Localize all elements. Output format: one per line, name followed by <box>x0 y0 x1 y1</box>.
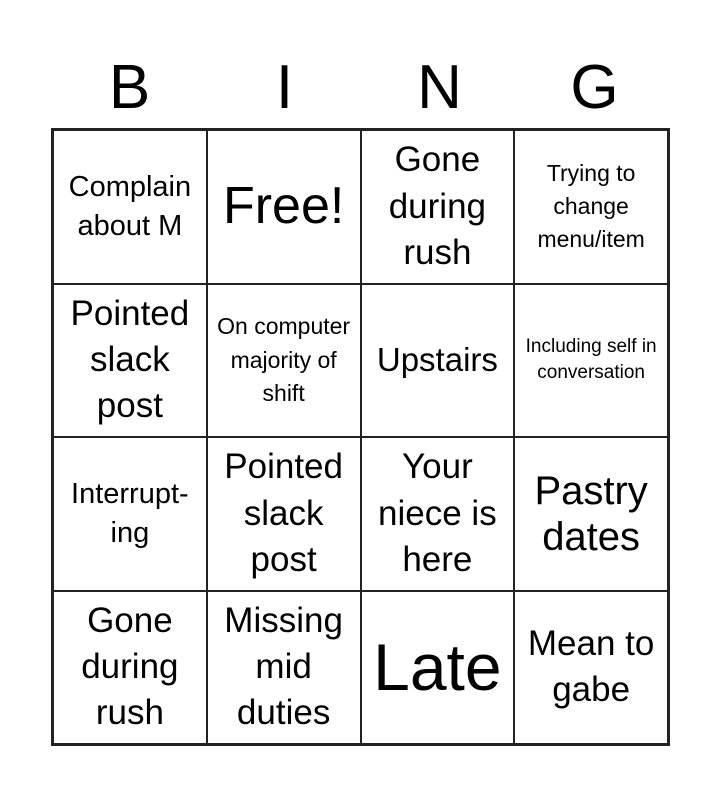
bingo-cell[interactable]: Complain about M <box>53 130 207 284</box>
bingo-cell[interactable]: Your niece is here <box>360 437 515 591</box>
header-letter-n: N <box>417 53 462 122</box>
bingo-cell[interactable]: Interrupt-ing <box>53 437 207 591</box>
bingo-cell[interactable]: On computer majority of shift <box>206 283 361 437</box>
header-letter-g: G <box>570 53 619 122</box>
bingo-board: Complain about M Free! Gone during rush … <box>51 128 670 746</box>
bingo-cell[interactable]: Pointed slack post <box>53 283 207 437</box>
bingo-header: B I N G <box>52 48 672 128</box>
bingo-cell[interactable]: Pointed slack post <box>206 437 361 591</box>
bingo-cell[interactable]: Mean to gabe <box>514 590 668 744</box>
bingo-cell[interactable]: Trying to change menu/item <box>514 130 668 284</box>
bingo-cell[interactable]: Missing mid duties <box>206 590 361 744</box>
bingo-cell[interactable]: Late <box>360 590 515 744</box>
header-letter-i: I <box>275 53 294 122</box>
bingo-cell[interactable]: Including self in conversation <box>514 283 668 437</box>
bingo-cell[interactable]: Pastry dates <box>514 437 668 591</box>
header-letter-b: B <box>108 53 151 122</box>
bingo-cell[interactable]: Gone during rush <box>360 130 515 284</box>
bingo-cell[interactable]: Upstairs <box>360 283 515 437</box>
free-space-cell[interactable]: Free! <box>206 130 361 284</box>
bingo-cell[interactable]: Gone during rush <box>53 590 207 744</box>
